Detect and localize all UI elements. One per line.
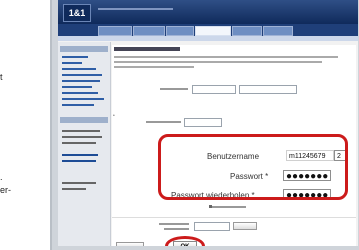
sidebar-link-7[interactable] xyxy=(62,92,98,94)
sidebar-info-3 xyxy=(62,142,96,144)
checkbox-label xyxy=(212,206,246,208)
screenshot-frame: 1&1 • Benutzername m11245679 2 Passwort … xyxy=(50,0,359,250)
main-navigation xyxy=(58,24,358,36)
cancel-button[interactable] xyxy=(116,242,144,246)
sidebar-header-1 xyxy=(60,46,108,52)
sidebar-info-1 xyxy=(62,130,100,132)
sub-navigation xyxy=(58,36,358,41)
nav-tab-3[interactable] xyxy=(166,26,194,36)
credentials-highlight-frame xyxy=(158,134,348,200)
header-title-line xyxy=(98,8,173,10)
nav-tab-6[interactable] xyxy=(263,26,293,36)
left-fragment-3: er- xyxy=(0,185,11,195)
top-header: 1&1 xyxy=(58,0,358,24)
content-description-line-1 xyxy=(114,56,338,58)
content-description-line-3 xyxy=(114,66,194,68)
sidebar-help-link-1[interactable] xyxy=(62,154,98,156)
content-description-line-2 xyxy=(114,61,322,63)
nav-tab-active[interactable] xyxy=(195,26,231,36)
email-local-part-field[interactable] xyxy=(192,85,236,94)
ok-highlight-frame xyxy=(165,236,205,246)
sidebar-link-8[interactable] xyxy=(62,98,104,100)
domain-prefix-label-2 xyxy=(164,228,189,230)
sidebar-footer-1 xyxy=(62,182,96,184)
brand-logo: 1&1 xyxy=(63,4,91,22)
main-content: • Benutzername m11245679 2 Passwort * ●●… xyxy=(112,45,356,246)
app-window: 1&1 • Benutzername m11245679 2 Passwort … xyxy=(58,0,358,246)
sidebar-link-4[interactable] xyxy=(62,74,102,76)
domain-select[interactable] xyxy=(239,85,297,94)
sidebar-link-1[interactable] xyxy=(62,56,88,58)
required-marker: • xyxy=(113,113,115,119)
nav-tab-1[interactable] xyxy=(98,26,132,36)
nav-tab-2[interactable] xyxy=(133,26,165,36)
checkbox-icon[interactable] xyxy=(209,205,212,208)
sidebar-info-2 xyxy=(62,136,102,138)
sidebar-link-6[interactable] xyxy=(62,86,92,88)
left-fragment-2: . xyxy=(0,172,3,182)
content-title xyxy=(114,47,180,51)
sidebar-link-9[interactable] xyxy=(62,104,94,106)
sidebar-link-2[interactable] xyxy=(62,62,82,64)
section-divider xyxy=(112,217,356,218)
left-sidebar xyxy=(58,42,111,246)
left-fragment-1: t xyxy=(0,72,3,82)
sidebar-link-5[interactable] xyxy=(62,80,100,82)
nav-tab-5[interactable] xyxy=(232,26,262,36)
domain-select-2[interactable] xyxy=(194,222,230,231)
sidebar-footer-2 xyxy=(62,188,86,190)
email-prefix-label xyxy=(160,88,188,90)
assignment-label xyxy=(146,121,181,123)
sidebar-link-3[interactable] xyxy=(62,68,96,70)
apply-button[interactable] xyxy=(233,222,257,230)
domain-prefix-label xyxy=(159,223,189,225)
sidebar-help-link-2[interactable] xyxy=(62,160,96,162)
assignment-select[interactable] xyxy=(184,118,222,127)
sidebar-header-2 xyxy=(60,117,108,123)
